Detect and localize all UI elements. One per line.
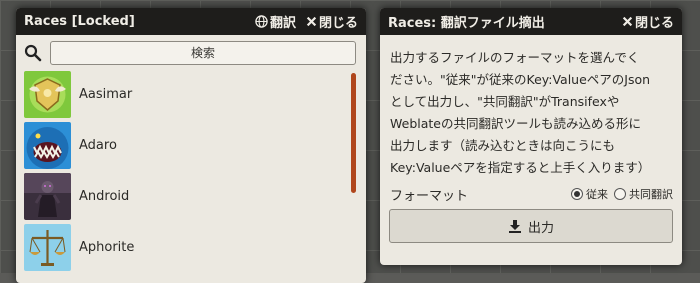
description-line: ださい。"従来"が従来のKey:ValueペアのJson bbox=[390, 72, 651, 87]
close-button[interactable]: 閉じる bbox=[622, 12, 674, 31]
close-label: 閉じる bbox=[634, 16, 674, 31]
description-line: Weblateの共同翻訳ツールも読み込める形に bbox=[390, 116, 641, 131]
search-icon bbox=[24, 44, 42, 62]
format-row: フォーマット 従来 共同翻訳 bbox=[380, 179, 682, 205]
races-window: Races [Locked] 翻訳 閉じる 検索 Aasimar Adaro A… bbox=[16, 8, 366, 283]
search-row: 検索 bbox=[16, 35, 366, 69]
window-title: Races [Locked] bbox=[24, 14, 135, 29]
list-item[interactable]: Aasimar bbox=[16, 69, 366, 120]
export-button[interactable]: 出力 bbox=[389, 209, 673, 243]
radio-selected-icon[interactable] bbox=[571, 188, 583, 200]
list-item[interactable]: Android bbox=[16, 171, 366, 222]
aphorite-scales-avatar bbox=[24, 224, 71, 271]
format-option-legacy[interactable]: 従来 bbox=[571, 186, 608, 202]
window-title: Races: 翻訳ファイル摘出 bbox=[388, 16, 545, 31]
format-option-label: 共同翻訳 bbox=[629, 188, 673, 201]
android-figure-avatar bbox=[24, 173, 71, 220]
description-text: 出力するファイルのフォーマットを選んでく ださい。"従来"が従来のKey:Val… bbox=[380, 35, 682, 179]
list-item[interactable]: Adaro bbox=[16, 120, 366, 171]
race-name: Aasimar bbox=[79, 87, 133, 102]
download-icon bbox=[508, 220, 521, 233]
list-scrollbar[interactable] bbox=[351, 73, 356, 193]
close-label: 閉じる bbox=[318, 16, 358, 31]
aasimar-shield-avatar bbox=[24, 71, 71, 118]
translate-label: 翻訳 bbox=[269, 16, 296, 31]
list-item[interactable]: Aphorite bbox=[16, 222, 366, 273]
format-option-collab[interactable]: 共同翻訳 bbox=[614, 186, 673, 202]
races-titlebar[interactable]: Races [Locked] 翻訳 閉じる bbox=[16, 8, 366, 35]
format-label: フォーマット bbox=[390, 188, 469, 204]
race-name: Aphorite bbox=[79, 240, 135, 255]
close-icon bbox=[622, 16, 633, 27]
race-name: Adaro bbox=[79, 138, 117, 153]
format-option-label: 従来 bbox=[586, 188, 608, 201]
description-line: Key:Valueペアを指定すると上手く入ります） bbox=[390, 160, 651, 175]
search-input[interactable]: 検索 bbox=[50, 41, 356, 65]
description-line: として出力し、"共同翻訳"がTransifexや bbox=[390, 94, 620, 109]
export-titlebar[interactable]: Races: 翻訳ファイル摘出 閉じる bbox=[380, 8, 682, 35]
radio-unselected-icon[interactable] bbox=[614, 188, 626, 200]
globe-icon bbox=[255, 15, 268, 28]
adaro-shark-avatar bbox=[24, 122, 71, 169]
description-line: 出力します（読み込むときは向こうにも bbox=[390, 138, 616, 153]
export-label: 出力 bbox=[527, 220, 554, 236]
race-list: Aasimar Adaro Android Aphorite bbox=[16, 69, 366, 273]
translate-button[interactable]: 翻訳 bbox=[255, 12, 296, 31]
close-icon bbox=[306, 16, 317, 27]
race-name: Android bbox=[79, 189, 130, 204]
close-button[interactable]: 閉じる bbox=[306, 12, 358, 31]
export-window: Races: 翻訳ファイル摘出 閉じる 出力するファイルのフォーマットを選んでく… bbox=[380, 8, 682, 265]
description-line: 出力するファイルのフォーマットを選んでく bbox=[390, 50, 640, 65]
